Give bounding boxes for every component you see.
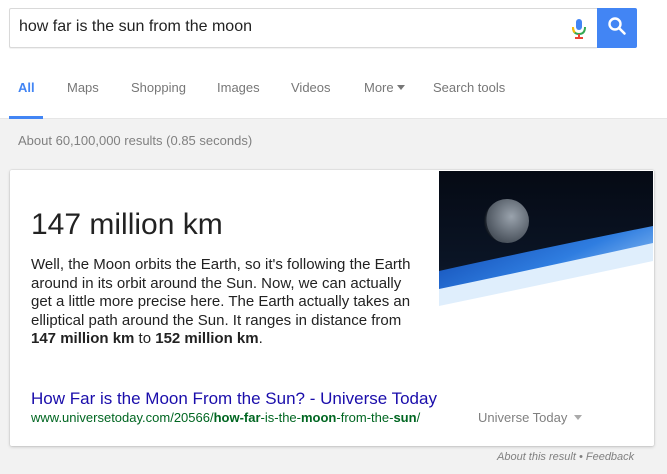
search-icon xyxy=(607,16,627,41)
url-segment: / xyxy=(416,410,421,425)
search-query-text: how far is the sun from the moon xyxy=(19,18,252,35)
snippet-text: to xyxy=(134,330,156,347)
answer-footer: About this result • Feedback xyxy=(497,451,634,463)
moon-earth-thumbnail[interactable] xyxy=(439,171,653,328)
tab-shopping[interactable]: Shopping xyxy=(131,80,186,95)
snippet-text: . xyxy=(258,330,263,347)
answer-title: 147 million km xyxy=(31,208,223,241)
tab-videos[interactable]: Videos xyxy=(291,80,331,95)
chevron-down-icon xyxy=(574,415,583,421)
search-input[interactable]: how far is the sun from the moon xyxy=(9,8,597,48)
footer-separator: • xyxy=(578,451,583,463)
tab-search-tools[interactable]: Search tools xyxy=(433,80,505,95)
result-title-link[interactable]: How Far is the Moon From the Sun? - Univ… xyxy=(31,389,437,409)
active-tab-indicator xyxy=(9,116,43,119)
result-stats: About 60,100,000 results (0.85 seconds) xyxy=(18,133,253,148)
answer-snippet: Well, the Moon orbits the Earth, so it's… xyxy=(31,256,423,349)
chevron-down-icon xyxy=(396,85,405,91)
microphone-icon[interactable] xyxy=(570,18,588,40)
tab-all[interactable]: All xyxy=(18,80,35,95)
snippet-highlight: 147 million km xyxy=(31,330,135,347)
search-button[interactable] xyxy=(597,8,637,48)
url-segment: www.universetoday.com/20566/ xyxy=(31,410,214,425)
answer-card: 147 million km Well, the Moon orbits the… xyxy=(10,170,654,446)
url-highlight: how-far xyxy=(213,410,261,425)
snippet-text: Well, the Moon orbits the Earth, so it's… xyxy=(31,256,411,329)
tab-images[interactable]: Images xyxy=(217,80,260,95)
url-segment: -is-the- xyxy=(260,410,301,425)
url-highlight: moon xyxy=(300,410,337,425)
url-segment: -from-the- xyxy=(336,410,394,425)
search-results-page: how far is the sun from the moon All Map… xyxy=(0,0,667,474)
tab-maps[interactable]: Maps xyxy=(67,80,99,95)
feedback-link[interactable]: Feedback xyxy=(586,451,634,463)
source-dropdown[interactable]: Universe Today xyxy=(478,410,583,425)
header: how far is the sun from the moon All Map… xyxy=(0,0,667,119)
search-tabs: All Maps Shopping Images Videos More Sea… xyxy=(0,76,667,119)
snippet-highlight: 152 million km xyxy=(155,330,259,347)
about-this-result-link[interactable]: About this result xyxy=(497,451,576,463)
tab-more[interactable]: More xyxy=(364,80,405,95)
source-name: Universe Today xyxy=(478,410,568,425)
tab-more-label: More xyxy=(364,80,394,95)
result-url[interactable]: www.universetoday.com/20566/how-far-is-t… xyxy=(31,410,420,425)
url-highlight: sun xyxy=(393,410,417,425)
